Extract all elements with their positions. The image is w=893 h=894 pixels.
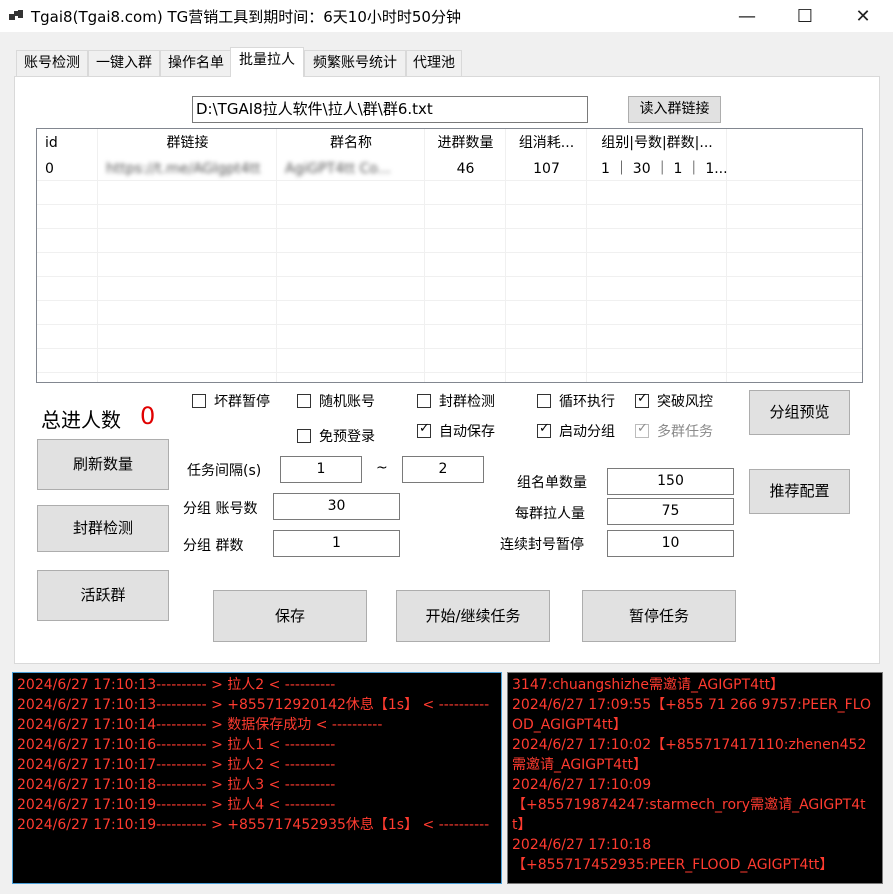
bad-group-pause-checkbox[interactable]: 坏群暂停 bbox=[192, 391, 270, 411]
pause-task-button[interactable]: 暂停任务 bbox=[582, 590, 736, 642]
app-icon bbox=[9, 10, 23, 22]
log-line: 2024/6/27 17:10:19---------- > 拉人4 < ---… bbox=[17, 797, 336, 813]
auto-group-checkbox[interactable]: 启动分组 bbox=[537, 421, 615, 441]
cell-group-info: 1 ｜ 30 ｜ 1 ｜ 1... bbox=[601, 161, 727, 177]
multi-group-task-checkbox: 多群任务 bbox=[635, 421, 713, 441]
no-pre-login-checkbox[interactable]: 免预登录 bbox=[297, 426, 375, 446]
tab-account-check[interactable]: 账号检测 bbox=[16, 50, 88, 76]
table-row-empty bbox=[37, 253, 862, 277]
log-line: 【+855719874247:starmech_rory需邀请_AGIGPT4t… bbox=[512, 797, 866, 833]
title-bar: Tgai8(Tgai8.com) TG营销工具到期时间：6天10小时时50分钟 … bbox=[0, 0, 893, 32]
log-line: 2024/6/27 17:10:13---------- > 拉人2 < ---… bbox=[17, 677, 336, 693]
column-header-group-info[interactable]: 组别|号数|群数|... bbox=[587, 129, 727, 157]
group-list-size-label: 组名单数量 bbox=[517, 475, 587, 491]
checkbox-box bbox=[297, 394, 311, 408]
group-preview-button[interactable]: 分组预览 bbox=[749, 390, 850, 435]
group-accounts-label: 分组 账号数 bbox=[183, 501, 258, 517]
cell-id: 0 bbox=[45, 161, 54, 177]
interval-min-input[interactable]: 1 bbox=[280, 456, 362, 483]
group-grid[interactable]: id 群链接 群名称 进群数量 组消耗... 组别|号数|群数|... 0 ht… bbox=[36, 128, 863, 383]
table-row-empty bbox=[37, 229, 862, 253]
minimize-button[interactable]: — bbox=[718, 0, 776, 32]
start-task-button[interactable]: 开始/继续任务 bbox=[396, 590, 550, 642]
tab-frequent-accounts[interactable]: 频繁账号统计 bbox=[304, 50, 406, 76]
random-account-checkbox[interactable]: 随机账号 bbox=[297, 391, 375, 411]
consecutive-ban-pause-label: 连续封号暂停 bbox=[500, 537, 584, 553]
table-row-empty bbox=[37, 349, 862, 373]
log-line: 【+855717452935:PEER_FLOOD_AGIGPT4tt】 bbox=[512, 857, 834, 873]
log-line: 2024/6/27 17:10:19---------- > +85571745… bbox=[17, 817, 490, 833]
load-group-links-button[interactable]: 读入群链接 bbox=[628, 96, 721, 123]
auto-save-checkbox[interactable]: 自动保存 bbox=[417, 421, 495, 441]
checkbox-box bbox=[297, 429, 311, 443]
recommend-config-button[interactable]: 推荐配置 bbox=[749, 469, 850, 514]
table-row-empty bbox=[37, 205, 862, 229]
ban-detect-checkbox[interactable]: 封群检测 bbox=[417, 391, 495, 411]
group-groups-label: 分组 群数 bbox=[183, 538, 244, 554]
log-line: 2024/6/27 17:10:18---------- > 拉人3 < ---… bbox=[17, 777, 336, 793]
cell-group-cost: 107 bbox=[533, 161, 560, 177]
table-row-empty bbox=[37, 181, 862, 205]
group-groups-input[interactable]: 1 bbox=[273, 530, 400, 557]
table-row-empty bbox=[37, 325, 862, 349]
close-button[interactable]: ✕ bbox=[834, 0, 892, 32]
checkbox-box bbox=[635, 421, 649, 438]
checkbox-box bbox=[537, 421, 551, 438]
log-line: 2024/6/27 17:10:18 bbox=[512, 837, 652, 853]
log-line: 2024/6/27 17:10:16---------- > 拉人1 < ---… bbox=[17, 737, 336, 753]
table-row-empty bbox=[37, 301, 862, 325]
tab-operation-list[interactable]: 操作名单 bbox=[160, 50, 232, 76]
group-list-size-input[interactable]: 150 bbox=[607, 468, 734, 495]
checkbox-box bbox=[635, 391, 649, 408]
log-line: 2024/6/27 17:10:14---------- > 数据保存成功 < … bbox=[17, 717, 383, 733]
log-line: 2024/6/27 17:10:17---------- > 拉人2 < ---… bbox=[17, 757, 336, 773]
log-panel-left[interactable]: 2024/6/27 17:10:13---------- > 拉人2 < ---… bbox=[12, 672, 502, 884]
consecutive-ban-pause-input[interactable]: 10 bbox=[607, 530, 734, 557]
checkbox-box bbox=[192, 394, 206, 408]
refresh-count-button[interactable]: 刷新数量 bbox=[37, 439, 169, 490]
total-joined-label: 总进人数 bbox=[41, 408, 121, 432]
column-header-join-count[interactable]: 进群数量 bbox=[425, 129, 506, 157]
checkbox-box bbox=[537, 394, 551, 408]
column-header-group-name[interactable]: 群名称 bbox=[277, 129, 425, 157]
loop-execute-checkbox[interactable]: 循环执行 bbox=[537, 391, 615, 411]
break-risk-control-checkbox[interactable]: 突破风控 bbox=[635, 391, 713, 411]
log-line: 3147:chuangshizhe需邀请_AGIGPT4tt】 bbox=[512, 677, 785, 693]
checkbox-box bbox=[417, 421, 431, 438]
table-row[interactable]: 0 https://t.me/AGIgpt4tt AgiGPT4tt Co...… bbox=[37, 157, 862, 181]
ban-check-button[interactable]: 封群检测 bbox=[37, 505, 169, 552]
per-group-invite-input[interactable]: 75 bbox=[607, 498, 734, 525]
tab-proxy-pool[interactable]: 代理池 bbox=[406, 50, 462, 76]
active-group-button[interactable]: 活跃群 bbox=[37, 570, 169, 621]
group-accounts-input[interactable]: 30 bbox=[273, 493, 400, 520]
task-interval-label: 任务间隔(s) bbox=[187, 463, 262, 479]
column-header-group-cost[interactable]: 组消耗... bbox=[506, 129, 587, 157]
interval-separator: ~ bbox=[376, 460, 388, 476]
log-line: 2024/6/27 17:09:55【+855 71 266 9757:PEER… bbox=[512, 697, 872, 733]
log-line: 2024/6/27 17:10:02【+855717417110:zhenen4… bbox=[512, 737, 867, 773]
tab-one-click-join[interactable]: 一键入群 bbox=[88, 50, 160, 76]
tab-batch-invite[interactable]: 批量拉人 bbox=[230, 47, 304, 77]
total-joined-value: 0 bbox=[140, 402, 156, 430]
column-header-group-link[interactable]: 群链接 bbox=[98, 129, 277, 157]
maximize-button[interactable]: ☐ bbox=[776, 0, 834, 32]
interval-max-input[interactable]: 2 bbox=[402, 456, 484, 483]
cell-join-count: 46 bbox=[456, 161, 475, 177]
window-title: Tgai8(Tgai8.com) TG营销工具到期时间：6天10小时时50分钟 bbox=[31, 8, 461, 26]
cell-group-name: AgiGPT4tt Co... bbox=[285, 161, 391, 177]
column-header-id[interactable]: id bbox=[37, 129, 98, 157]
log-panel-right[interactable]: 3147:chuangshizhe需邀请_AGIGPT4tt】 2024/6/2… bbox=[507, 672, 883, 884]
log-line: 2024/6/27 17:10:13---------- > +85571292… bbox=[17, 697, 490, 713]
group-file-path-input[interactable]: D:\TGAI8拉人软件\拉人\群\群6.txt bbox=[192, 96, 588, 123]
checkbox-box bbox=[417, 394, 431, 408]
table-row-empty bbox=[37, 277, 862, 301]
save-button[interactable]: 保存 bbox=[213, 590, 367, 642]
log-line: 2024/6/27 17:10:09 bbox=[512, 777, 652, 793]
per-group-invite-label: 每群拉人量 bbox=[515, 506, 585, 522]
cell-group-link: https://t.me/AGIgpt4tt bbox=[106, 161, 261, 177]
